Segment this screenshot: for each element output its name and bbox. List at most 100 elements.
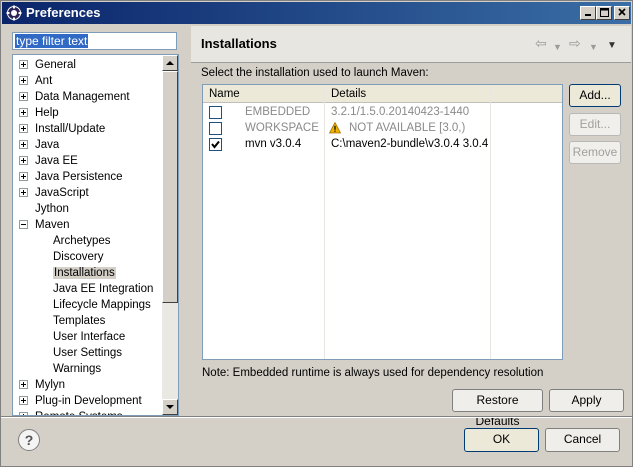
tree-item[interactable]: Java EE <box>19 153 78 169</box>
column-header-empty <box>491 85 562 103</box>
tree-item[interactable]: Mylyn <box>19 377 65 393</box>
column-header-name[interactable]: Name <box>203 85 325 103</box>
window-title: Preferences <box>26 5 101 20</box>
installation-details: NOT AVAILABLE [3.0,) <box>349 122 466 134</box>
scrollbar-thumb[interactable] <box>162 71 178 303</box>
instruction-text: Select the installation used to launch M… <box>201 67 429 79</box>
column-header-details[interactable]: Details <box>325 85 491 103</box>
edit-button[interactable]: Edit... <box>569 113 621 136</box>
edit-button-label: Edit... <box>579 117 611 131</box>
minimize-button[interactable] <box>580 6 596 20</box>
tree-item[interactable]: JavaScript <box>19 185 89 201</box>
expand-icon[interactable] <box>19 108 28 117</box>
pane-sash[interactable] <box>187 26 191 416</box>
ok-button[interactable]: OK <box>464 428 539 452</box>
tree-item[interactable]: Remote Systems <box>19 409 123 415</box>
tree-item[interactable]: Discovery <box>53 249 103 265</box>
tree-item-label: Java EE Integration <box>53 283 154 295</box>
expand-icon[interactable] <box>19 188 28 197</box>
installation-name: mvn v3.0.4 <box>245 138 302 150</box>
page-header: Installations ⇦ ▼ ⇨ ▼ ▼ <box>191 26 631 62</box>
tree-item[interactable]: Archetypes <box>53 233 111 249</box>
expand-icon[interactable] <box>19 60 28 69</box>
tree-item[interactable]: Templates <box>53 313 105 329</box>
tree-item[interactable]: Java <box>19 137 59 153</box>
back-dropdown-icon[interactable]: ▼ <box>553 40 562 54</box>
table-row[interactable]: EMBEDDED 3.2.1/1.5.0.20140423-1440 <box>203 104 562 121</box>
tree-item[interactable]: Install/Update <box>19 121 105 137</box>
expand-icon[interactable] <box>19 92 28 101</box>
add-button[interactable]: Add... <box>569 84 621 107</box>
tree-item[interactable]: Lifecycle Mappings <box>53 297 151 313</box>
tree-item[interactable]: Data Management <box>19 89 130 105</box>
tree-item[interactable]: Java Persistence <box>19 169 123 185</box>
table-header: Name Details <box>203 85 562 103</box>
tree-item[interactable]: Installations <box>53 265 116 281</box>
tree-item-label: General <box>35 59 76 71</box>
footer-divider <box>1 416 632 418</box>
view-menu-icon[interactable]: ▼ <box>607 39 617 53</box>
tree-item[interactable]: User Interface <box>53 329 125 345</box>
tree-item-label: Mylyn <box>35 379 66 391</box>
close-button[interactable] <box>614 6 630 20</box>
tree-scrollbar[interactable] <box>162 55 178 415</box>
tree-item[interactable]: Jython <box>19 201 69 217</box>
installations-table[interactable]: Name Details EMBEDDED 3.2.1/1.5.0.2014042… <box>202 84 563 360</box>
checkbox[interactable] <box>209 106 222 119</box>
expand-icon[interactable] <box>19 76 28 85</box>
tree-item-label: Help <box>35 107 59 119</box>
scroll-up-button[interactable] <box>162 55 178 71</box>
expand-icon[interactable] <box>19 396 28 405</box>
tree-item-label: Java EE <box>35 155 78 167</box>
preferences-dialog: Preferences type filter text General Ant D… <box>0 0 633 467</box>
tree-item[interactable]: Help <box>19 105 59 121</box>
expand-icon[interactable] <box>19 380 28 389</box>
tree-item-label: Ant <box>35 75 53 87</box>
tree-item[interactable]: Maven <box>19 217 70 233</box>
tree-item[interactable]: General <box>19 57 76 73</box>
filter-input[interactable]: type filter text <box>12 32 177 50</box>
tree-item-label: Archetypes <box>53 235 111 247</box>
restore-defaults-button[interactable]: Restore Defaults <box>452 389 543 428</box>
expand-icon[interactable] <box>19 124 28 133</box>
table-row[interactable]: mvn v3.0.4 C:\maven2-bundle\v3.0.4 3.0.4 <box>203 136 562 153</box>
cancel-button[interactable]: Cancel <box>545 428 620 452</box>
apply-button[interactable]: Apply <box>549 389 624 412</box>
tree-item-label: Warnings <box>53 363 102 375</box>
apply-label: Apply <box>571 393 602 407</box>
back-arrow-icon[interactable]: ⇦ <box>535 36 547 50</box>
expand-icon[interactable] <box>19 172 28 181</box>
checkbox-checked[interactable] <box>209 138 222 151</box>
tree-item-label: Java Persistence <box>35 171 123 183</box>
tree-item-label: Discovery <box>53 251 104 263</box>
installation-name: WORKSPACE <box>245 122 319 134</box>
forward-dropdown-icon[interactable]: ▼ <box>589 40 598 54</box>
tree-item-label: Templates <box>53 315 106 327</box>
title-bar[interactable]: Preferences <box>2 2 631 24</box>
maximize-button[interactable] <box>596 6 612 20</box>
installation-name: EMBEDDED <box>245 106 311 118</box>
expand-icon[interactable] <box>19 140 28 149</box>
table-row[interactable]: WORKSPACE NOT AVAILABLE [3.0,) <box>203 120 562 137</box>
tree-item-label: Java <box>35 139 60 151</box>
tree-item[interactable]: Ant <box>19 73 52 89</box>
tree-item-label: User Interface <box>53 331 126 343</box>
tree-item-label: User Settings <box>53 347 123 359</box>
filter-text: type filter text <box>15 34 89 48</box>
installation-details: C:\maven2-bundle\v3.0.4 3.0.4 <box>331 138 489 150</box>
tree-item[interactable]: Warnings <box>53 361 101 377</box>
collapse-icon[interactable] <box>19 220 28 229</box>
remove-button[interactable]: Remove <box>569 141 621 164</box>
tree-item-label: Maven <box>35 219 70 231</box>
tree-item[interactable]: Plug-in Development <box>19 393 142 409</box>
forward-arrow-icon[interactable]: ⇨ <box>569 36 581 50</box>
tree-item[interactable]: Java EE Integration <box>53 281 153 297</box>
expand-icon[interactable] <box>19 156 28 165</box>
help-icon[interactable]: ? <box>18 429 40 451</box>
tree-item-label: JavaScript <box>35 187 89 199</box>
ok-label: OK <box>492 432 511 446</box>
checkbox[interactable] <box>209 122 222 135</box>
preferences-tree[interactable]: General Ant Data Management Help Install/Upd… <box>12 54 179 416</box>
tree-item[interactable]: User Settings <box>53 345 122 361</box>
scroll-down-button[interactable] <box>162 399 178 415</box>
